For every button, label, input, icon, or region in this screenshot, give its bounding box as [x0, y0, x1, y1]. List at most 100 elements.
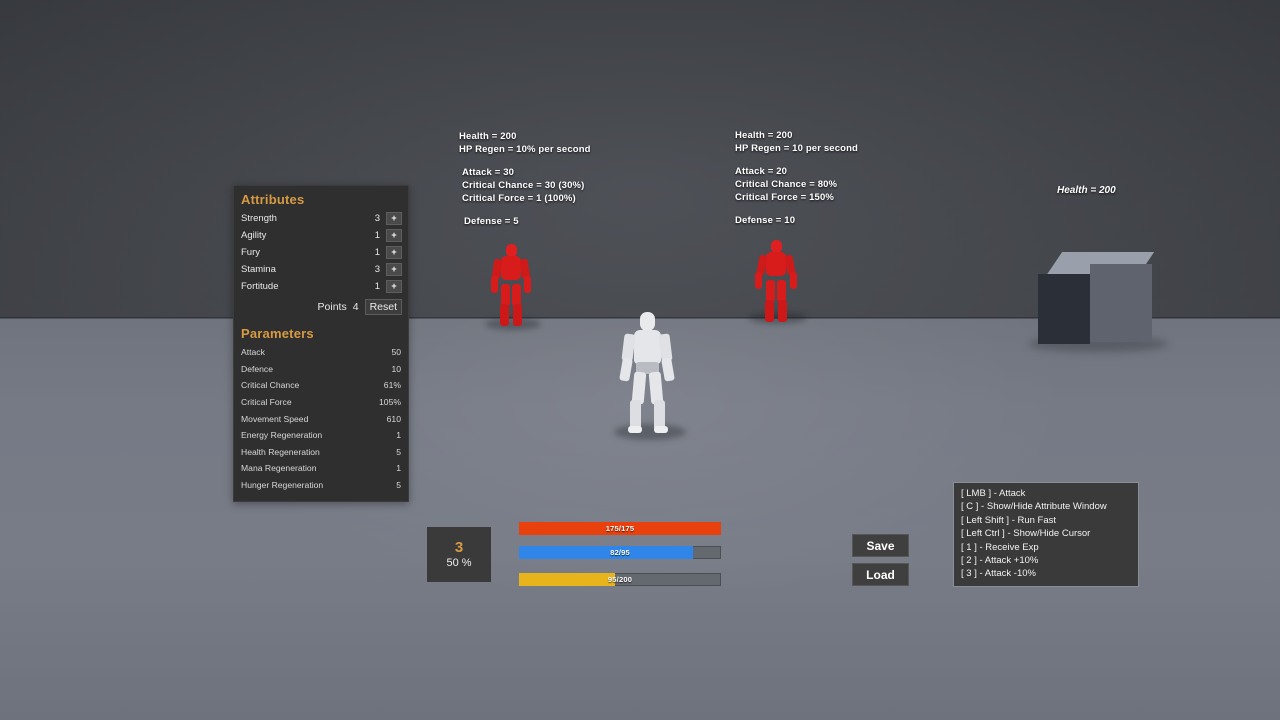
attribute-increase-strength-button[interactable]: +: [386, 212, 402, 225]
attribute-value-fury: 1: [374, 247, 380, 258]
enemy-2-defense: Defense = 10: [735, 215, 796, 226]
parameter-row-energy-regeneration: Energy Regeneration 1: [234, 427, 408, 444]
player-head: [640, 312, 655, 331]
parameter-label-movement-speed: Movement Speed: [241, 413, 309, 424]
enemy-1-health: Health = 200: [459, 131, 517, 142]
parameters-title: Parameters: [241, 326, 314, 341]
mana-bar: 82/95: [519, 546, 721, 559]
attribute-increase-fury-button[interactable]: +: [386, 246, 402, 259]
enemy-2-torso: [766, 252, 786, 276]
enemy-1-stat-block: Health = 200 HP Regen = 10% per second A…: [459, 130, 591, 228]
enemy-2-hp-regen: HP Regen = 10 per second: [735, 143, 859, 154]
parameter-label-defence: Defence: [241, 363, 274, 374]
points-row: Points 4 Reset: [234, 295, 408, 320]
enemy-2-forearm-right: [790, 272, 797, 289]
parameter-label-mana-regeneration: Mana Regeneration: [241, 463, 317, 474]
attribute-row-agility[interactable]: Agility 1 +: [234, 227, 408, 244]
experience-percent: 50 %: [446, 556, 472, 569]
enemy-1-attack: Attack = 30: [462, 167, 515, 178]
parameter-value-critical-chance: 61%: [383, 380, 401, 391]
parameter-value-attack: 50: [391, 347, 401, 358]
enemy-2-shin-left: [765, 300, 774, 322]
parameter-label-critical-chance: Critical Chance: [241, 380, 300, 391]
player-forearm-left: [619, 357, 633, 382]
keybind-line-left-ctrl: [ Left Ctrl ] - Show/Hide Cursor: [961, 528, 1091, 540]
parameter-row-mana-regeneration: Mana Regeneration 1: [234, 460, 408, 477]
training-cube[interactable]: [1028, 252, 1168, 352]
points-value: 4: [352, 301, 359, 313]
parameter-label-attack: Attack: [241, 347, 265, 358]
parameter-value-mana-regeneration: 1: [396, 463, 401, 474]
parameter-row-attack: Attack 50: [234, 344, 408, 361]
enemy-1-defense: Defense = 5: [464, 216, 519, 227]
hunger-bar-text: 95/200: [607, 575, 633, 584]
parameter-label-critical-force: Critical Force: [241, 397, 292, 408]
parameter-value-critical-force: 105%: [379, 397, 401, 408]
enemy-1-thigh-right: [512, 284, 521, 306]
player-forearm-right: [661, 357, 675, 382]
enemy-2-critical-force: Critical Force = 150%: [735, 192, 834, 203]
keybind-line-lmb: [ LMB ] - Attack: [961, 488, 1026, 499]
attribute-label-fortitude: Fortitude: [241, 281, 279, 292]
attribute-label-agility: Agility: [241, 230, 267, 241]
attribute-value-stamina: 3: [374, 264, 380, 275]
enemy-1-hp-regen: HP Regen = 10% per second: [459, 144, 591, 155]
cube-face-right: [1090, 264, 1152, 342]
attribute-increase-fortitude-button[interactable]: +: [386, 280, 402, 293]
attribute-value-fortitude: 1: [374, 281, 380, 292]
cube-face-left: [1038, 274, 1090, 344]
enemy-2-attack: Attack = 20: [735, 166, 788, 177]
attribute-increase-stamina-button[interactable]: +: [386, 263, 402, 276]
mana-bar-text: 82/95: [610, 548, 630, 557]
attribute-row-stamina[interactable]: Stamina 3 +: [234, 261, 408, 278]
save-button[interactable]: Save: [852, 534, 909, 557]
keybind-line-1: [ 1 ] - Receive Exp: [961, 541, 1039, 553]
parameter-value-hunger-regeneration: 5: [396, 480, 401, 491]
enemy-2-stat-block: Health = 200 HP Regen = 10 per second At…: [735, 129, 858, 227]
enemy-2-forearm-left: [755, 272, 762, 289]
level-number: 3: [454, 538, 464, 556]
level-indicator: 3 50 %: [427, 527, 491, 582]
keybind-line-left-shift: [ Left Shift ] - Run Fast: [961, 514, 1057, 526]
parameter-value-movement-speed: 610: [386, 413, 401, 424]
parameter-row-hunger-regeneration: Hunger Regeneration 5: [234, 477, 408, 494]
enemy-2-health: Health = 200: [735, 130, 793, 141]
enemy-2-thigh-left: [766, 280, 775, 302]
attribute-increase-agility-button[interactable]: +: [386, 229, 402, 242]
enemy-character-1[interactable]: [485, 244, 541, 336]
enemy-1-shin-right: [513, 304, 522, 326]
parameter-label-energy-regeneration: Energy Regeneration: [241, 430, 323, 441]
parameter-label-hunger-regeneration: Hunger Regeneration: [241, 480, 324, 491]
parameter-value-energy-regeneration: 1: [396, 430, 401, 441]
attribute-row-fury[interactable]: Fury 1 +: [234, 244, 408, 261]
reset-attributes-button[interactable]: Reset: [364, 299, 402, 315]
parameter-row-health-regeneration: Health Regeneration 5: [234, 444, 408, 461]
enemy-2-critical-chance: Critical Chance = 80%: [735, 179, 838, 190]
enemy-1-critical-chance: Critical Chance = 30 (30%): [462, 180, 585, 191]
attribute-value-strength: 3: [374, 213, 380, 224]
player-torso: [634, 330, 661, 364]
enemy-character-2[interactable]: [749, 240, 807, 330]
attribute-value-agility: 1: [374, 230, 380, 241]
enemy-1-critical-force: Critical Force = 1 (100%): [462, 193, 576, 204]
keybind-line-3: [ 3 ] - Attack -10%: [961, 568, 1036, 580]
parameter-row-movement-speed: Movement Speed 610: [234, 410, 408, 427]
parameter-value-health-regeneration: 5: [396, 446, 401, 457]
enemy-2-thigh-right: [777, 280, 786, 302]
parameter-value-defence: 10: [391, 363, 401, 374]
attribute-window[interactable]: Attributes Strength 3 + Agility 1 + Fury…: [233, 185, 409, 503]
player-character[interactable]: [612, 312, 686, 447]
panel-bottom-padding: [234, 493, 408, 501]
attributes-title: Attributes: [241, 192, 305, 207]
health-bar-text: 175/175: [605, 524, 635, 533]
attribute-row-strength[interactable]: Strength 3 +: [234, 210, 408, 227]
enemy-1-forearm-left: [491, 276, 498, 293]
parameter-label-health-regeneration: Health Regeneration: [241, 446, 320, 457]
enemy-1-forearm-right: [524, 276, 531, 293]
enemy-1-thigh-left: [501, 284, 510, 306]
attribute-label-fury: Fury: [241, 247, 260, 258]
load-button[interactable]: Load: [852, 563, 909, 586]
enemy-2-shin-right: [778, 300, 787, 322]
parameter-row-critical-force: Critical Force 105%: [234, 394, 408, 411]
attribute-row-fortitude[interactable]: Fortitude 1 +: [234, 278, 408, 295]
